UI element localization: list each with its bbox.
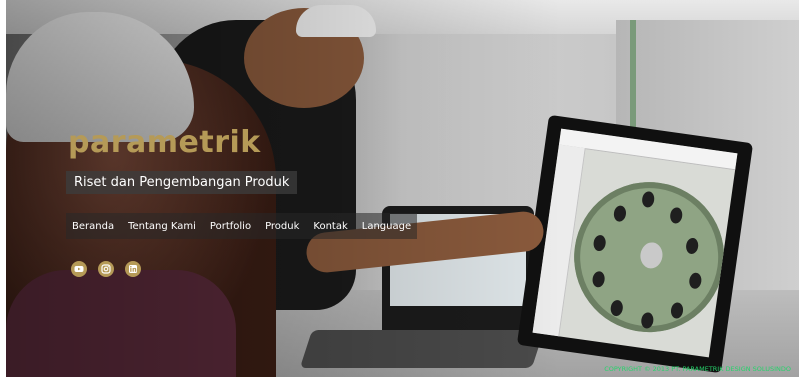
nav-item-produk[interactable]: Produk: [265, 221, 299, 232]
nav-item-portfolio[interactable]: Portfolio: [210, 221, 251, 232]
social-links: [71, 261, 141, 277]
youtube-icon[interactable]: [71, 261, 87, 277]
nav-item-tentang-kami[interactable]: Tentang Kami: [128, 221, 196, 232]
copyright-text: COPYRIGHT © 2013 PT. PARAMETRIK DESIGN S…: [604, 365, 791, 373]
page: parametrik Riset dan Pengembangan Produk…: [0, 0, 801, 377]
instagram-icon[interactable]: [98, 261, 114, 277]
nav-item-language[interactable]: Language: [362, 221, 411, 232]
main-nav: Beranda Tentang Kami Portfolio Produk Ko…: [66, 213, 418, 239]
nav-item-beranda[interactable]: Beranda: [72, 221, 114, 232]
tagline: Riset dan Pengembangan Produk: [66, 171, 298, 194]
nav-item-kontak[interactable]: Kontak: [313, 221, 347, 232]
linkedin-icon[interactable]: [125, 261, 141, 277]
brand-logo[interactable]: parametrik: [68, 125, 261, 160]
